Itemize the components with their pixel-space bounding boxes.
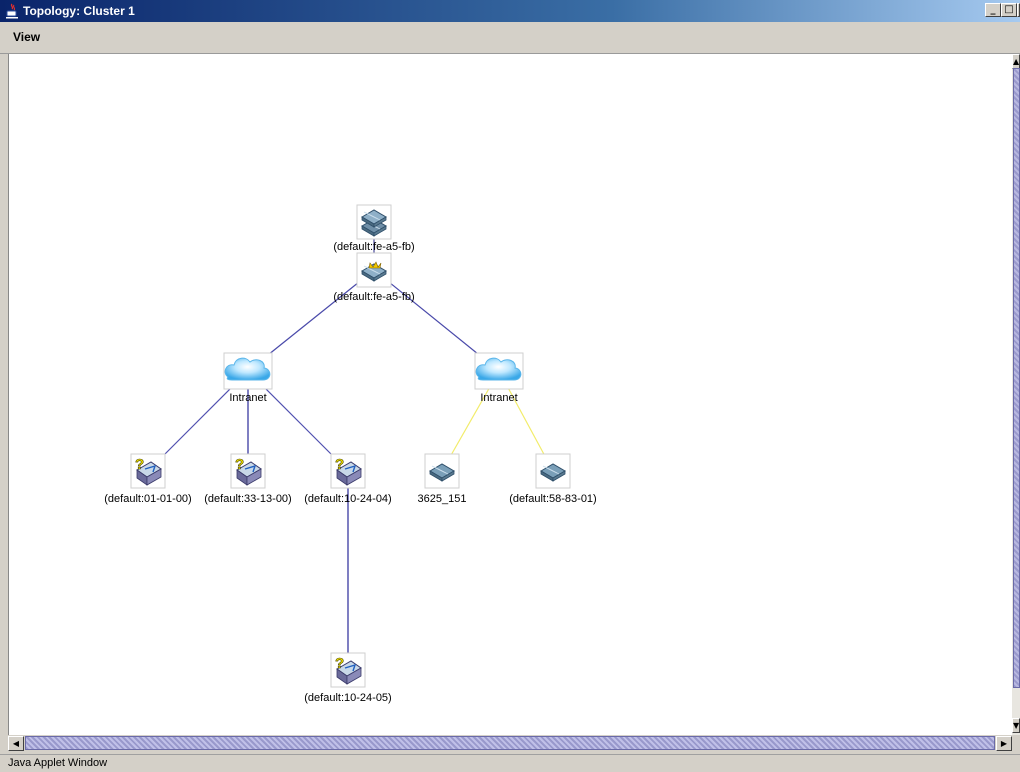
status-bar: Java Applet Window [0,754,1020,772]
unknown-device-icon[interactable]: ? [330,652,366,688]
scroll-right-button[interactable]: ▶ [996,736,1012,751]
svg-text:?: ? [335,655,344,672]
horizontal-scrollbar[interactable]: ◀ ▶ [8,735,1012,752]
node-label: (default:33-13-00) [204,493,292,505]
node-label: (default:10-24-05) [304,692,392,704]
master-switch-icon[interactable] [356,252,392,288]
maximize-button[interactable]: □ [1001,3,1017,17]
node-label: (default:01-01-00) [104,493,192,505]
arrow-down-icon: ▼ [1013,721,1020,730]
node-label: (default:10-24-04) [304,493,392,505]
node-label: 3625_151 [417,493,467,505]
arrow-up-icon: ▲ [1013,57,1020,66]
node-label: (default:58-83-01) [509,493,597,505]
svg-text:?: ? [335,456,344,473]
cloud-icon[interactable] [223,352,273,390]
unknown-device-icon[interactable]: ? [130,453,166,489]
svg-text:?: ? [235,456,244,473]
status-text: Java Applet Window [8,757,108,769]
maximize-icon: □ [1004,4,1014,15]
window-titlebar: Topology: Cluster 1 _ □ × [0,0,1020,22]
node-label: (default:fe-a5-fb) [333,241,415,253]
scroll-down-button[interactable]: ▼ [1012,718,1020,733]
unknown-device-icon[interactable]: ? [230,453,266,489]
menu-bar: View [0,22,1020,54]
node-label: Intranet [229,392,267,404]
topology-canvas[interactable]: ???? (default:fe-a5-fb) (default:fe-a5-fb… [8,54,1012,735]
vertical-scrollbar[interactable]: ▲ ▼ [1012,54,1020,735]
window-title: Topology: Cluster 1 [23,4,135,18]
minimize-button[interactable]: _ [985,3,1001,17]
menu-view[interactable]: View [13,30,40,44]
scroll-left-button[interactable]: ◀ [8,736,24,751]
node-label: (default:fe-a5-fb) [333,291,415,303]
cloud-icon[interactable] [474,352,524,390]
switch-icon[interactable] [535,453,571,489]
node-label: Intranet [480,392,518,404]
switch-stack-icon[interactable] [356,204,392,240]
arrow-left-icon: ◀ [12,739,20,748]
scroll-up-button[interactable]: ▲ [1012,54,1020,69]
unknown-device-icon[interactable]: ? [330,453,366,489]
vertical-scroll-thumb[interactable] [1013,68,1020,688]
minimize-icon: _ [990,4,996,15]
arrow-right-icon: ▶ [1000,739,1008,748]
svg-text:?: ? [135,456,144,473]
horizontal-scroll-thumb[interactable] [25,736,995,750]
switch-icon[interactable] [424,453,460,489]
java-cup-icon [6,3,18,19]
